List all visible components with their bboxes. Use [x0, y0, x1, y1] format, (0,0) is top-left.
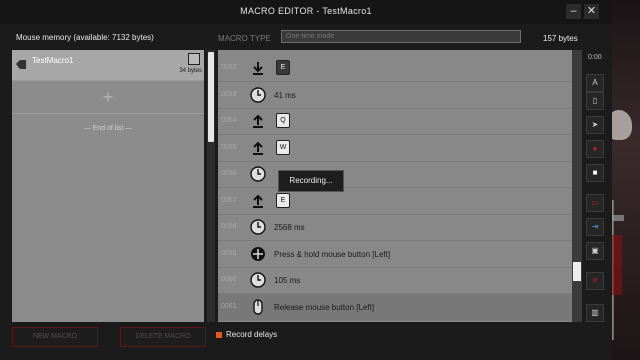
macro-list-panel: TestMacro1 34 bytes + — End of list — — [12, 50, 204, 322]
mouse-macro-icon — [16, 60, 26, 69]
event-row[interactable]: 0058 2568 ms — [218, 214, 572, 241]
event-text: 2568 ms — [274, 223, 305, 232]
event-index: 0058 — [221, 223, 237, 230]
macro-editor-window: MACRO EDITOR - TestMacro1 – ✕ Mouse memo… — [0, 0, 612, 360]
cursor-icon[interactable]: ➤ — [586, 116, 604, 134]
event-index: 0052 — [221, 64, 237, 71]
event-row[interactable]: 0056 — [218, 161, 572, 188]
red-cloth-decoration — [612, 235, 622, 295]
editor-toolbar: A ▯ ➤ ● ■ ▭ ⇥ ▣ ✕ ▥ — [586, 50, 606, 322]
event-index: 0057 — [221, 196, 237, 204]
end-of-list-label: — End of list — — [83, 125, 133, 132]
event-index: 0061 — [221, 302, 237, 310]
event-row[interactable]: 0052 E — [218, 55, 572, 82]
event-row[interactable]: 0057 E — [218, 188, 572, 215]
clock-icon — [250, 272, 266, 288]
key-up-icon — [253, 194, 263, 208]
key-up-icon — [253, 114, 263, 128]
event-row[interactable]: 0061 Release mouse button [Left] — [218, 293, 572, 321]
event-row[interactable]: 0053 41 ms — [218, 82, 572, 109]
macro-size: 34 bytes — [179, 68, 202, 74]
record-icon[interactable]: ● — [586, 140, 604, 158]
clock-icon — [250, 166, 266, 182]
clock-icon — [250, 86, 266, 103]
key-cap: W — [276, 139, 290, 155]
mouse-event-icon[interactable]: ▯ — [586, 92, 604, 110]
macro-bytes-label: 157 bytes — [543, 34, 578, 43]
event-text: Press & hold mouse button [Left] — [274, 249, 391, 259]
key-cap: E — [276, 60, 290, 75]
event-row[interactable]: 0059 Press & hold mouse button [Left] — [218, 241, 572, 268]
record-delays-label: Record delays — [226, 330, 278, 339]
event-row[interactable]: 0055 W — [218, 135, 572, 162]
macro-type-select[interactable]: One-time mode — [281, 30, 521, 43]
key-up-icon — [253, 141, 263, 155]
key-cap: E — [276, 192, 290, 208]
delete-icon[interactable]: ✕ — [586, 272, 604, 290]
clock-icon — [250, 219, 266, 235]
title-bar: MACRO EDITOR - TestMacro1 – ✕ — [0, 0, 612, 24]
event-index: 0059 — [221, 249, 237, 257]
event-list-scrollbar[interactable] — [572, 50, 582, 322]
minimize-button[interactable]: – — [566, 4, 581, 19]
event-index: 0060 — [221, 276, 237, 283]
save-icon[interactable] — [188, 53, 200, 65]
recording-popup: Recording... — [278, 170, 344, 192]
memory-label: Mouse memory (available: 7132 bytes) — [16, 33, 154, 42]
event-index: 0055 — [221, 143, 237, 151]
event-list-scroll-thumb[interactable] — [573, 262, 581, 281]
import-icon[interactable]: ⇥ — [586, 218, 604, 236]
mouse-hold-icon — [251, 246, 265, 261]
event-row[interactable]: 0054 Q — [218, 108, 572, 135]
close-button[interactable]: ✕ — [584, 4, 599, 19]
save-disk-icon[interactable]: ▣ — [586, 242, 604, 260]
macro-list-item[interactable]: TestMacro1 34 bytes — [12, 50, 204, 81]
mouse-release-icon — [253, 298, 263, 315]
new-file-icon[interactable]: ▭ — [586, 194, 604, 212]
checkbox-icon[interactable] — [216, 331, 222, 338]
event-index: 0053 — [221, 90, 237, 98]
macro-list-scroll-thumb[interactable] — [208, 52, 214, 142]
stop-icon[interactable]: ■ — [586, 164, 604, 182]
macro-name: TestMacro1 — [32, 56, 74, 65]
macro-type-label: MACRO TYPE — [218, 34, 271, 43]
delete-macro-button[interactable]: DELETE MACRO — [120, 327, 206, 347]
key-down-icon — [253, 62, 263, 75]
event-row[interactable]: 0060 105 ms — [218, 267, 572, 294]
key-cap: Q — [276, 113, 290, 128]
event-text: 105 ms — [274, 276, 301, 285]
event-text: 41 ms — [274, 90, 296, 100]
event-index: 0054 — [221, 117, 237, 124]
event-text: Release mouse button [Left] — [274, 302, 375, 312]
trash-icon[interactable]: ▥ — [586, 304, 604, 322]
keyboard-event-icon[interactable]: A — [586, 74, 604, 92]
new-macro-button[interactable]: NEW MACRO — [12, 327, 98, 347]
macro-list-scrollbar[interactable] — [207, 50, 215, 322]
window-title: MACRO EDITOR - TestMacro1 — [240, 6, 372, 16]
macro-event-list: 0052 E 0053 41 ms 0054 Q 0055 W 0056 0057 E 0058 256… — [218, 50, 572, 322]
record-delays-checkbox[interactable]: Record delays — [216, 330, 277, 339]
event-index: 0056 — [221, 170, 237, 177]
add-macro-button[interactable]: + — [12, 81, 204, 114]
